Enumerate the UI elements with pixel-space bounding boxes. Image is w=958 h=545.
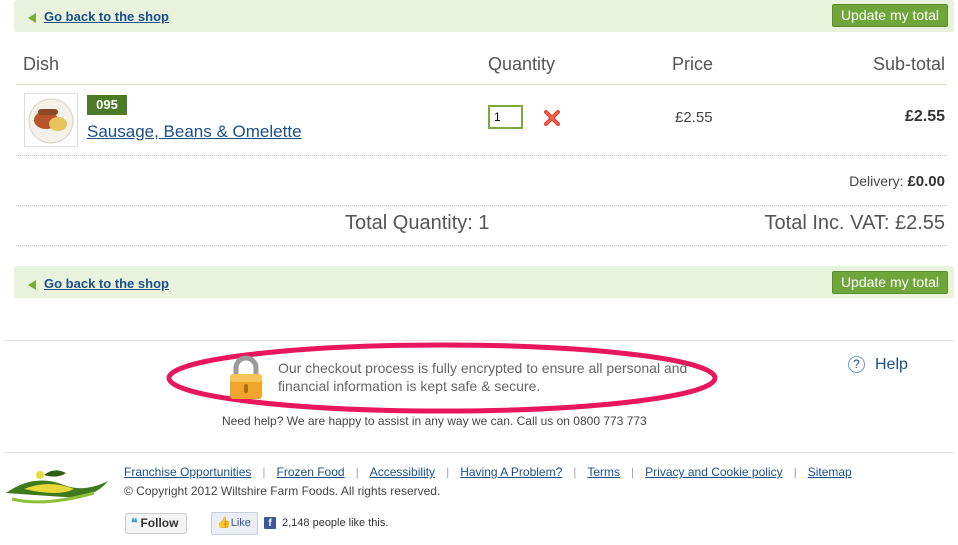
header-dish: Dish <box>23 54 60 74</box>
dish-code-badge: 095 <box>87 95 127 115</box>
footer-link-privacy[interactable]: Privacy and Cookie policy <box>645 465 782 479</box>
footer-link-terms[interactable]: Terms <box>587 465 620 479</box>
total-inc-vat: Total Inc. VAT: £2.55 <box>764 212 945 234</box>
back-arrow-icon <box>28 280 36 290</box>
help-icon: ? <box>848 356 865 373</box>
help-link[interactable]: ? Help <box>848 356 908 374</box>
header-divider <box>16 84 947 85</box>
dish-thumbnail <box>24 93 78 147</box>
lock-icon <box>226 355 266 400</box>
header-price: Price <box>672 54 714 74</box>
item-subtotal: £2.55 <box>904 108 945 125</box>
top-nav-bar: Go back to the shop Update my total <box>14 0 954 32</box>
quantity-input[interactable] <box>488 105 523 129</box>
totals-divider <box>16 245 947 246</box>
need-help-text: Need help? We are happy to assist in any… <box>222 414 647 428</box>
back-arrow-icon <box>28 13 36 23</box>
delivery-value: £0.00 <box>907 173 945 190</box>
delivery-line: Delivery: £0.00 <box>849 173 945 190</box>
twitter-icon: ❝ <box>131 516 138 530</box>
footer-link-frozen-food[interactable]: Frozen Food <box>277 465 345 479</box>
item-price: £2.55 <box>675 109 713 126</box>
delivery-label: Delivery: <box>849 173 904 189</box>
header-subtotal: Sub-total <box>872 54 945 74</box>
remove-icon[interactable] <box>542 108 562 128</box>
total-quantity: Total Quantity: 1 <box>345 212 490 234</box>
delivery-divider <box>16 205 947 206</box>
security-message: Our checkout process is fully encrypted … <box>278 360 688 394</box>
row-divider <box>16 155 947 156</box>
footer-link-problem[interactable]: Having A Problem? <box>460 465 562 479</box>
update-total-button-bottom[interactable]: Update my total <box>831 271 948 294</box>
footer-link-sitemap[interactable]: Sitemap <box>808 465 852 479</box>
twitter-follow-button[interactable]: ❝ Follow <box>125 513 187 534</box>
thumbs-up-icon: 👍 <box>217 517 231 529</box>
back-to-shop-link-bottom[interactable]: Go back to the shop <box>28 276 169 291</box>
footer-link-franchise[interactable]: Franchise Opportunities <box>124 465 251 479</box>
back-to-shop-link-top[interactable]: Go back to the shop <box>28 9 169 24</box>
header-quantity: Quantity <box>488 54 556 74</box>
footer-link-accessibility[interactable]: Accessibility <box>370 465 435 479</box>
facebook-like-button[interactable]: 👍Like <box>211 512 258 535</box>
footer-links: Franchise Opportunities | Frozen Food | Acce… <box>124 465 852 479</box>
facebook-like-count: 2,148 people like this. <box>282 517 389 529</box>
copyright: © Copyright 2012 Wiltshire Farm Foods. A… <box>124 484 441 498</box>
footer-separator <box>4 452 954 453</box>
company-logo[interactable] <box>4 463 110 513</box>
update-total-button-top[interactable]: Update my total <box>831 4 948 27</box>
facebook-icon: f <box>264 517 276 529</box>
bottom-nav-bar: Go back to the shop Update my total <box>14 266 954 298</box>
dish-name-link[interactable]: Sausage, Beans & Omelette <box>87 122 302 142</box>
